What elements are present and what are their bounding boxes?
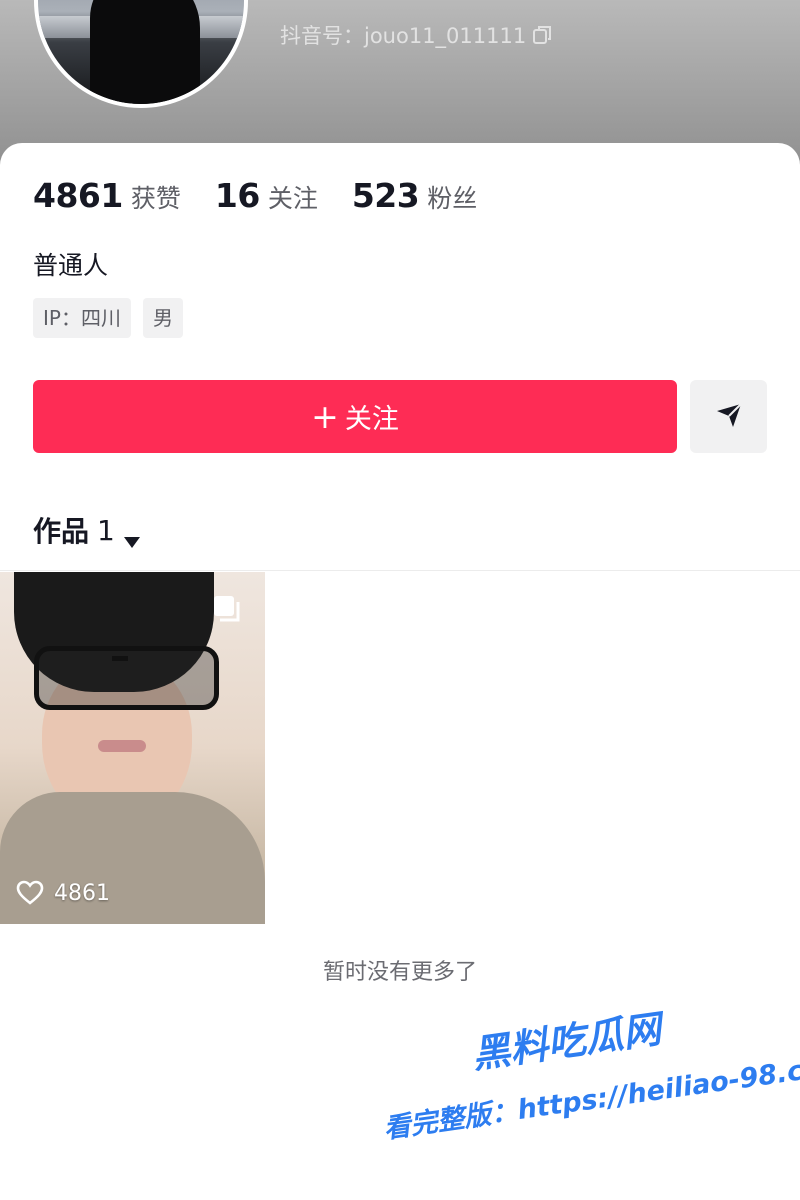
stat-followers-value: 523: [351, 176, 420, 215]
profile-stats: 4861 获赞 16 关注 523 粉丝: [33, 176, 511, 215]
video-thumbnail[interactable]: [0, 572, 265, 924]
thumbnail-glasses-bridge: [112, 656, 128, 661]
profile-tags: IP：四川 男: [33, 298, 183, 338]
stat-following[interactable]: 16 关注: [215, 176, 318, 215]
multi-image-icon: [210, 592, 244, 626]
stat-likes-value: 4861: [33, 176, 123, 215]
stat-followers[interactable]: 523 粉丝: [352, 176, 477, 215]
divider: [0, 570, 800, 571]
send-icon: [714, 400, 744, 434]
thumbnail-lips: [98, 740, 146, 752]
caret-down-icon: [123, 523, 141, 548]
heart-icon: [16, 880, 44, 906]
avatar[interactable]: [34, 0, 248, 108]
tab-works-count: 1: [97, 513, 115, 547]
avatar-person: [90, 0, 200, 104]
plus-icon: +: [311, 397, 339, 436]
send-message-button[interactable]: [690, 380, 767, 453]
stat-following-label: 关注: [267, 184, 318, 213]
follow-button-label: 关注: [344, 404, 399, 435]
no-more-text: 暂时没有更多了: [322, 960, 477, 985]
tag-ip: IP：四川: [33, 298, 131, 338]
follow-button[interactable]: + 关注: [33, 380, 677, 453]
tab-works[interactable]: 作品 1: [33, 510, 141, 550]
tab-works-label: 作品: [33, 515, 90, 548]
douyin-id: 抖音号：jouo11_011111: [280, 20, 554, 50]
video-likes: 4861: [16, 880, 110, 906]
bio: 普通人: [33, 251, 109, 280]
stat-likes-label: 获赞: [130, 184, 181, 213]
stat-likes[interactable]: 4861 获赞: [33, 176, 181, 215]
tag-gender: 男: [142, 298, 183, 338]
copy-icon[interactable]: [532, 24, 554, 46]
video-likes-count: 4861: [54, 880, 110, 906]
stat-following-value: 16: [214, 176, 260, 215]
stat-followers-label: 粉丝: [427, 184, 478, 213]
douyin-id-text: 抖音号：jouo11_011111: [280, 24, 527, 48]
